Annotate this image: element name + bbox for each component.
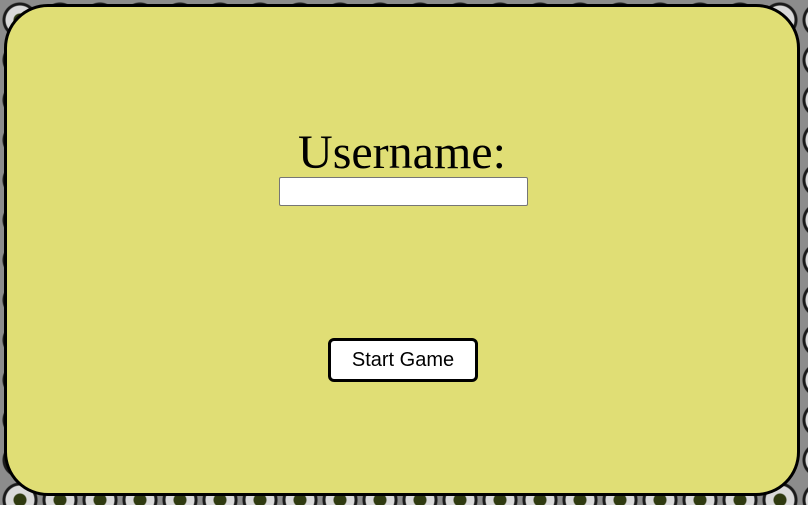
username-label: Username:	[298, 126, 506, 179]
username-input[interactable]	[279, 177, 528, 206]
login-panel: Username: Start Game	[4, 4, 800, 496]
start-game-button[interactable]: Start Game	[328, 338, 478, 382]
